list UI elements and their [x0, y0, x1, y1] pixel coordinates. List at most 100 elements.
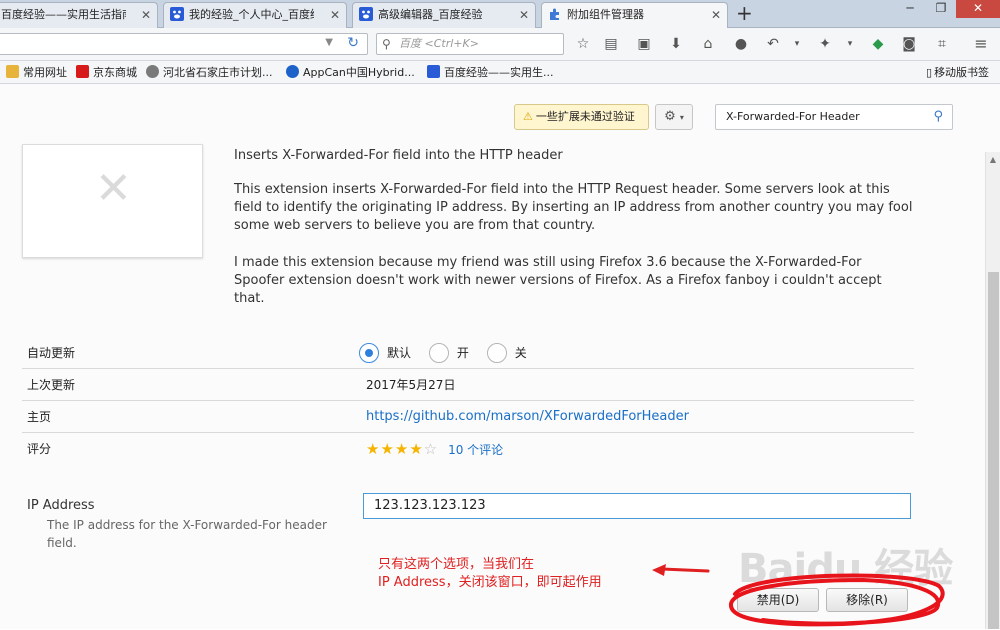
bookmark-folder[interactable]: 常用网址	[6, 65, 67, 81]
globe-icon	[146, 65, 159, 78]
baidu-paw-icon	[427, 65, 440, 78]
homepage-link[interactable]: https://github.com/marson/XForwardedForH…	[366, 401, 689, 433]
mobile-bookmarks-label: 移动版书签	[934, 66, 990, 79]
star-icons-filled: ★★★★	[366, 440, 424, 458]
puzzle-piece-icon	[550, 8, 559, 20]
star-icon[interactable]: ☆	[573, 34, 593, 54]
scrollbar[interactable]: ▲	[985, 152, 1000, 629]
tab-title: 百度经验——实用生活指南	[1, 8, 126, 21]
jd-logo-icon	[76, 65, 89, 78]
extension-icon[interactable]: ✦	[815, 34, 835, 54]
search-icon: ⚲	[382, 37, 391, 51]
url-dropdown-icon[interactable]: ▼	[325, 37, 333, 48]
bookmark-hebei[interactable]: 河北省石家庄市计划...	[146, 65, 273, 81]
tab-title: 附加组件管理器	[567, 8, 644, 21]
unverified-extensions-button[interactable]: ⚠ 一些扩展未通过验证	[514, 104, 649, 130]
chat-icon[interactable]: ●	[731, 34, 751, 54]
auto-update-options: 默认 开 关	[359, 337, 541, 369]
star-icons-empty: ☆	[423, 440, 439, 458]
crop-icon[interactable]: ⌗	[932, 34, 952, 54]
sync-icon[interactable]: ◆	[868, 34, 888, 54]
tab-advanced-editor[interactable]: 高级编辑器_百度经验 ✕	[352, 2, 536, 28]
radio-off[interactable]	[486, 343, 507, 363]
addon-summary: Inserts X-Forwarded-For field into the H…	[234, 148, 563, 163]
bookmark-label: 京东商城	[93, 66, 137, 79]
tab-baidu-jingyan-home[interactable]: 百度经验——实用生活指南 ✕	[0, 2, 158, 28]
tab-addons-manager[interactable]: 附加组件管理器 ✕	[541, 2, 728, 29]
close-window-button[interactable]: ✕	[956, 0, 1000, 18]
rating-value: ★★★★☆ 10 个评论	[366, 433, 503, 466]
bookmark-appcan[interactable]: AppCan中国Hybrid...	[286, 65, 415, 81]
bookmark-label: AppCan中国Hybrid...	[303, 66, 415, 79]
auto-update-row: 自动更新 默认 开 关	[22, 337, 914, 369]
bookmark-baidu-jingyan[interactable]: 百度经验——实用生...	[427, 65, 554, 81]
missing-image-icon: ✕	[95, 163, 132, 214]
addon-description-2: I made this extension because my friend …	[234, 255, 882, 306]
addons-content: ⚠ 一些扩展未通过验证 ⚙ ▾ X-Forwarded-For Header ⚲ …	[0, 84, 1000, 629]
tab-close-icon[interactable]: ✕	[141, 3, 151, 27]
tab-close-icon[interactable]: ✕	[711, 3, 721, 27]
ip-address-input[interactable]: 123.123.123.123	[363, 493, 911, 519]
home-icon[interactable]: ⌂	[698, 34, 718, 54]
annotation-scribble	[729, 573, 945, 627]
scroll-thumb[interactable]	[988, 272, 999, 629]
bookmark-label: 河北省石家庄市计划...	[163, 66, 273, 79]
tools-menu-button[interactable]: ⚙ ▾	[655, 104, 693, 130]
menu-icon[interactable]: ≡	[971, 34, 991, 54]
search-icon[interactable]: ⚲	[933, 105, 943, 129]
ip-address-label: IP Address	[27, 498, 95, 513]
baidu-paw-icon	[359, 7, 373, 21]
passenger-icon[interactable]: ◙	[899, 34, 919, 54]
folder-icon	[6, 65, 19, 78]
reading-list-icon[interactable]: ▤	[601, 34, 621, 54]
radio-default-label: 默认	[387, 346, 412, 360]
bookmark-label: 常用网址	[23, 66, 67, 79]
mobile-bookmarks[interactable]: ▯ 移动版书签	[926, 65, 989, 81]
tab-my-experience[interactable]: 我的经验_个人中心_百度经验 ✕	[163, 2, 347, 28]
minimize-button[interactable]: ─	[895, 0, 925, 18]
scroll-up-arrow[interactable]: ▲	[986, 152, 1000, 168]
rating-label: 评分	[27, 442, 52, 456]
url-bar[interactable]: ▼ ↻	[0, 33, 368, 55]
bookmarks-toolbar: 常用网址 京东商城 河北省石家庄市计划... AppCan中国Hybrid...…	[0, 61, 1000, 84]
radio-default[interactable]	[359, 343, 379, 363]
bookmark-jd[interactable]: 京东商城	[76, 65, 137, 81]
addon-search-input[interactable]: X-Forwarded-For Header ⚲	[715, 104, 953, 130]
pocket-icon[interactable]: ▣	[634, 34, 654, 54]
chevron-down-icon: ▾	[679, 113, 684, 122]
homepage-row: 主页 https://github.com/marson/XForwardedF…	[22, 401, 914, 433]
navigation-toolbar: ▼ ↻ ⚲ 百度 <Ctrl+K> ☆ ▤ ▣ ⬇ ⌂ ● ↶ ▾ ✦ ▾ ◆ …	[0, 28, 1000, 61]
unverified-label: 一些扩展未通过验证	[535, 110, 635, 123]
download-icon[interactable]: ⬇	[666, 34, 686, 54]
annotation-line-2: IP Address，关闭该窗口，即可起作用	[378, 575, 602, 590]
reload-icon[interactable]: ↻	[347, 35, 359, 51]
addon-preview-image: ✕	[22, 144, 203, 258]
rating-row: 评分 ★★★★☆ 10 个评论	[22, 433, 914, 465]
restore-button[interactable]: ❐	[926, 0, 956, 18]
new-tab-button[interactable]: +	[736, 2, 753, 24]
reviews-link[interactable]: 10 个评论	[448, 443, 503, 457]
tab-title: 高级编辑器_百度经验	[378, 8, 483, 21]
tab-close-icon[interactable]: ✕	[330, 3, 340, 27]
last-updated-value: 2017年5月27日	[366, 378, 456, 392]
radio-on[interactable]	[428, 343, 449, 363]
search-bar[interactable]: ⚲ 百度 <Ctrl+K>	[376, 33, 564, 55]
homepage-label: 主页	[27, 410, 52, 424]
search-placeholder: 百度 <Ctrl+K>	[399, 37, 479, 50]
appcan-icon	[286, 65, 299, 78]
undo-icon[interactable]: ↶	[763, 34, 783, 54]
last-updated-row: 上次更新 2017年5月27日	[22, 369, 914, 401]
bookmark-label: 百度经验——实用生...	[444, 66, 554, 79]
dropdown-icon[interactable]: ▾	[787, 34, 807, 54]
addon-search-value: X-Forwarded-For Header	[726, 110, 860, 123]
addon-description-1: This extension inserts X-Forwarded-For f…	[234, 182, 913, 233]
tab-title: 我的经验_个人中心_百度经验	[189, 8, 314, 21]
tab-strip: 百度经验——实用生活指南 ✕ 我的经验_个人中心_百度经验 ✕ 高级编辑器_百度…	[0, 0, 1000, 29]
gear-icon: ⚙	[664, 109, 676, 124]
warning-icon: ⚠	[523, 110, 533, 123]
ip-address-help: The IP address for the X-Forwarded-For h…	[47, 518, 327, 550]
dropdown-icon[interactable]: ▾	[840, 34, 860, 54]
annotation-arrow	[652, 564, 710, 576]
tab-close-icon[interactable]: ✕	[519, 3, 529, 27]
radio-on-label: 开	[456, 346, 469, 360]
